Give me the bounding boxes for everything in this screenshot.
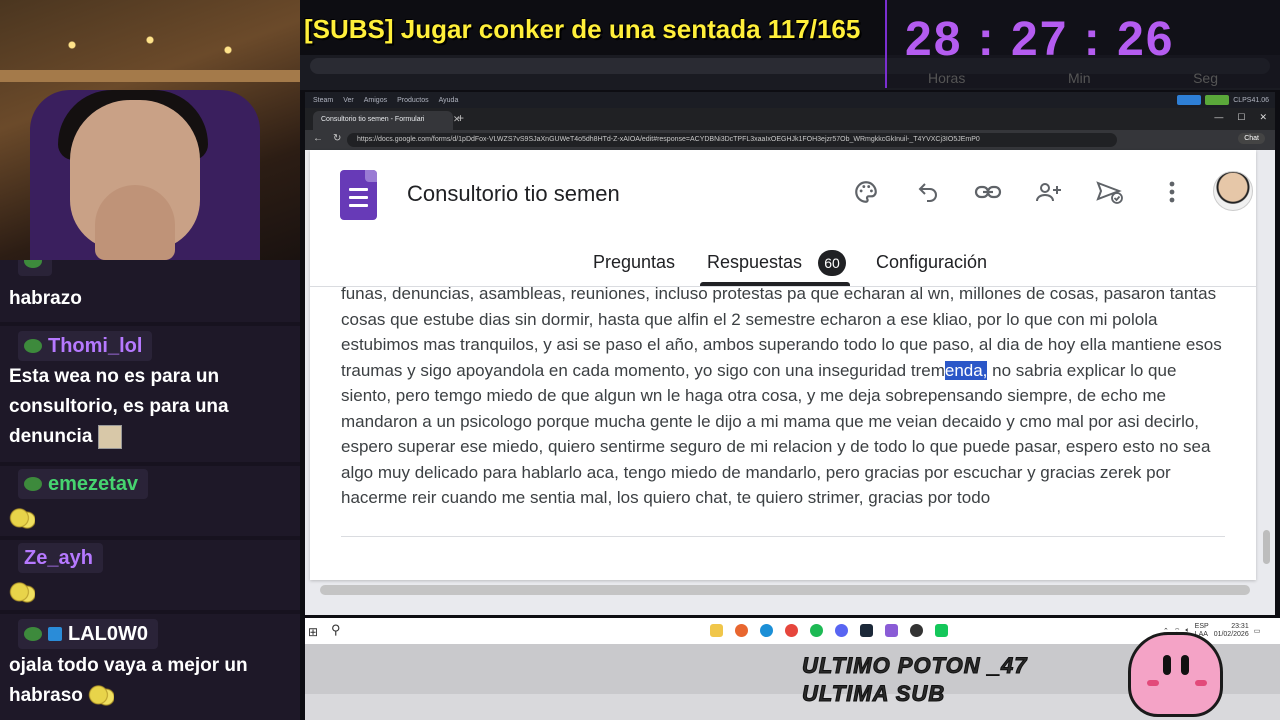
- chat-text: [9, 504, 35, 534]
- steam-menu-productos[interactable]: Productos: [397, 97, 429, 104]
- kirby-mascot: [1128, 632, 1223, 717]
- badge-icon: [24, 339, 42, 353]
- undo-icon[interactable]: [913, 177, 943, 207]
- browser-tab-bar: Consultorio tio semen - Formulari ✕ + — …: [305, 108, 1275, 130]
- horizontal-scrollbar[interactable]: [320, 585, 1250, 595]
- send-icon[interactable]: [1095, 177, 1125, 207]
- chat-message: Ze_ayh: [0, 540, 300, 610]
- emote-icon: [9, 581, 35, 604]
- discord-icon[interactable]: [835, 624, 848, 637]
- chat-button[interactable]: Chat: [1238, 133, 1265, 144]
- new-tab-icon[interactable]: +: [457, 111, 464, 125]
- window-controls: — ☐ ✕: [1214, 112, 1267, 123]
- chat-message: LAL0W0 ojala todo vaya a mejor un habras…: [0, 614, 300, 720]
- steam-status: CLPS41.06: [1177, 95, 1275, 105]
- chat-text: ojala todo vaya a mejor un habraso: [9, 655, 248, 707]
- steam-balance: CLPS41.06: [1233, 96, 1269, 104]
- chat-text: Esta wea no es para un consultorio, es p…: [9, 366, 229, 449]
- badge-icon: [24, 627, 42, 641]
- nav-buttons: ← ↻: [313, 133, 341, 144]
- language-label[interactable]: ESP: [1195, 623, 1209, 631]
- chat-username: Ze_ayh: [18, 543, 103, 573]
- obs-icon[interactable]: [910, 624, 923, 637]
- chat-text: [9, 578, 35, 608]
- countdown-timer: 28 : 27 : 26: [905, 13, 1175, 66]
- emote-icon: [88, 684, 115, 707]
- clock-date: 01/02/2026: [1213, 631, 1249, 638]
- notification-center-icon[interactable]: ▭: [1254, 627, 1261, 635]
- browser-tab[interactable]: Consultorio tio semen - Formulari: [313, 111, 453, 130]
- chat-panel: habrazo Thomi_lol Esta wea no es para un…: [0, 260, 300, 720]
- palette-icon[interactable]: [851, 177, 881, 207]
- account-avatar[interactable]: [1213, 171, 1253, 211]
- tab-responses[interactable]: Respuestas: [707, 252, 802, 273]
- chat-username: LAL0W0: [18, 619, 158, 649]
- edge-icon[interactable]: [760, 624, 773, 637]
- shelf: [0, 70, 300, 82]
- webcam-feed: [0, 0, 300, 260]
- response-answer-text: funas, denuncias, asambleas, reuniones, …: [341, 284, 1222, 507]
- windows-start-icon[interactable]: ⊞: [308, 625, 318, 639]
- chat-message: emezetav: [0, 466, 300, 536]
- chat-username: Thomi_lol: [18, 331, 153, 361]
- app-icon[interactable]: [885, 624, 898, 637]
- text-selection: enda,: [944, 360, 988, 380]
- stream-frame: habrazo Thomi_lol Esta wea no es para un…: [0, 0, 1280, 720]
- maximize-icon[interactable]: ☐: [1237, 112, 1245, 123]
- tab-questions[interactable]: Preguntas: [593, 252, 675, 273]
- form-title[interactable]: Consultorio tio semen: [407, 181, 620, 207]
- address-bar-row: ← ↻ https://docs.google.com/forms/d/1pDd…: [305, 130, 1275, 150]
- badge-icon: [24, 477, 42, 491]
- timer-label-min: Min: [1067, 70, 1091, 86]
- reload-icon[interactable]: ↻: [333, 133, 341, 144]
- stream-title: [SUBS] Jugar conker de una sentada 117/1…: [304, 14, 861, 44]
- chat-username: emezetav: [18, 469, 149, 499]
- steam-menu-ayuda[interactable]: Ayuda: [439, 97, 459, 104]
- app-green-icon[interactable]: [935, 624, 948, 637]
- url-input[interactable]: https://docs.google.com/forms/d/1pDdFox-…: [347, 133, 1117, 147]
- sub-badge-icon: [48, 627, 62, 641]
- timer-label-sec: Seg: [1193, 70, 1218, 86]
- steam-menu-ver[interactable]: Ver: [343, 97, 354, 104]
- chat-message: habrazo: [0, 260, 300, 322]
- notification-icon[interactable]: [1205, 95, 1230, 105]
- chat-username-partial: [18, 260, 52, 276]
- spotify-icon[interactable]: [810, 624, 823, 637]
- vertical-scrollbar[interactable]: [1263, 530, 1270, 564]
- broadcast-icon[interactable]: [1177, 95, 1202, 105]
- steam-menu-bar: Steam Ver Amigos Productos Ayuda CLPS41.…: [305, 92, 1275, 108]
- timer-label-hours: Horas: [928, 70, 966, 86]
- google-forms-logo[interactable]: [340, 170, 377, 220]
- steam-icon[interactable]: [860, 624, 873, 637]
- add-collaborator-icon[interactable]: [1034, 177, 1064, 207]
- chat-text: habrazo: [9, 288, 82, 309]
- firefox-icon[interactable]: [735, 624, 748, 637]
- close-window-icon[interactable]: ✕: [1259, 112, 1267, 123]
- minimize-icon[interactable]: —: [1214, 112, 1223, 123]
- chat-message: Thomi_lol Esta wea no es para un consult…: [0, 326, 300, 462]
- search-icon[interactable]: ⚲: [331, 622, 341, 638]
- answer-divider: [341, 536, 1225, 537]
- streamer-hand: [95, 185, 175, 260]
- last-sub-overlay: ULTIMO POTON _47 ULTIMA SUB: [801, 653, 1028, 707]
- emote-icon: [97, 424, 122, 449]
- steam-menu-steam[interactable]: Steam: [313, 97, 333, 104]
- clock-time[interactable]: 23:31: [1231, 623, 1249, 631]
- link-icon[interactable]: [973, 177, 1003, 207]
- file-explorer-icon[interactable]: [710, 624, 723, 637]
- timer-labels: Horas Min Seg: [928, 70, 1218, 86]
- more-options-icon[interactable]: [1157, 177, 1187, 207]
- steam-menu-amigos[interactable]: Amigos: [364, 97, 387, 104]
- response-count-badge: 60: [818, 250, 846, 276]
- back-icon[interactable]: ←: [313, 133, 323, 144]
- tab-settings[interactable]: Configuración: [876, 252, 987, 273]
- emote-icon: [9, 507, 35, 530]
- fairy-lights: [20, 20, 280, 70]
- badge-icon: [24, 260, 42, 268]
- chrome-icon[interactable]: [785, 624, 798, 637]
